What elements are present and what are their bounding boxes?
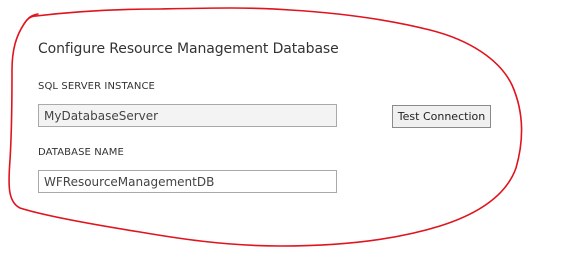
test-connection-button[interactable]: Test Connection — [392, 105, 491, 128]
database-name-label: DATABASE NAME — [38, 147, 124, 158]
sql-server-instance-input[interactable] — [38, 104, 337, 127]
configure-database-panel: Configure Resource Management Database S… — [0, 0, 561, 261]
database-name-input[interactable] — [38, 170, 337, 193]
page-title: Configure Resource Management Database — [38, 41, 339, 57]
sql-server-instance-label: SQL SERVER INSTANCE — [38, 81, 155, 92]
